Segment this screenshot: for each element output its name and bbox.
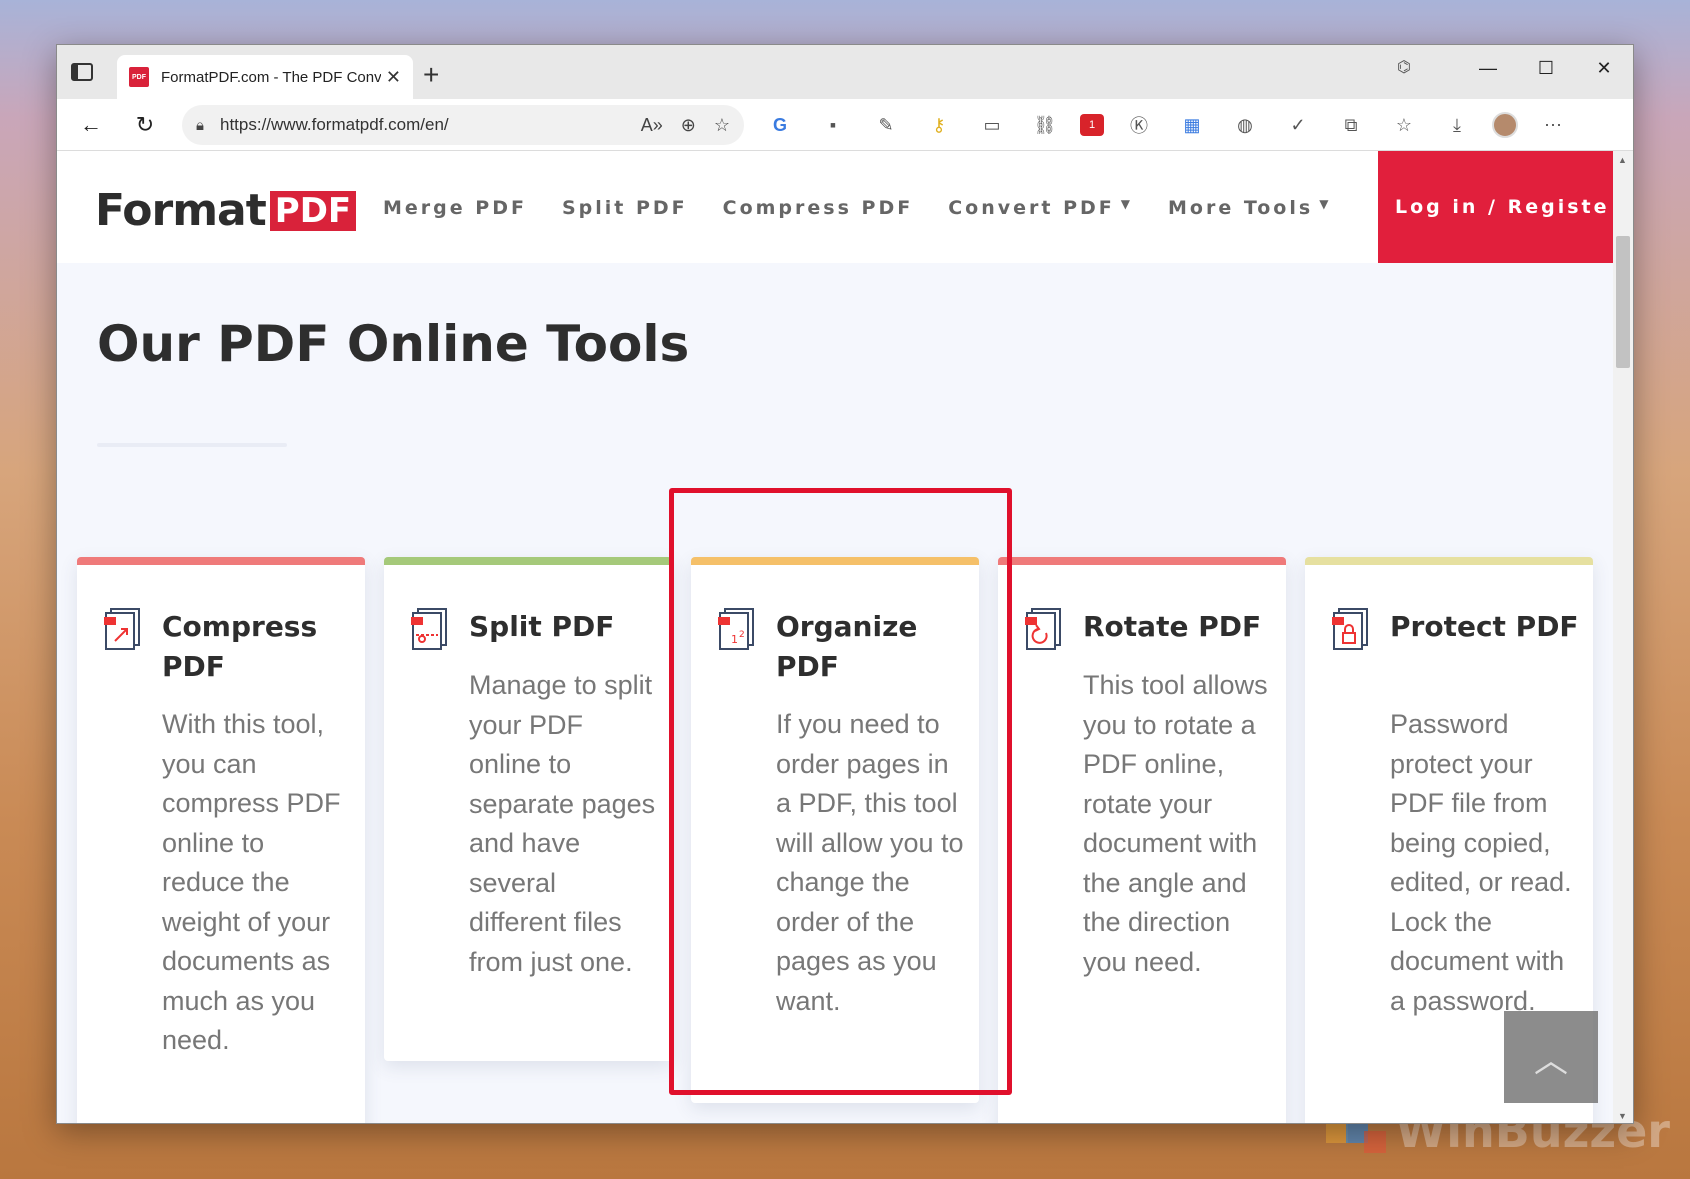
title-underline — [97, 443, 287, 447]
nav-more-label: More Tools — [1167, 197, 1314, 219]
minimize-icon[interactable]: — — [1459, 45, 1517, 91]
highlight-box — [669, 488, 1012, 1095]
site-nav: Merge PDF Split PDF Compress PDF Convert… — [383, 197, 1331, 219]
url-text[interactable]: https://www.formatpdf.com/en/ — [220, 115, 641, 135]
close-window-icon[interactable]: ✕ — [1575, 45, 1633, 91]
link-icon[interactable]: ⛓ — [1027, 109, 1063, 141]
active-tab[interactable]: PDF FormatPDF.com - The PDF Conve ✕ — [117, 55, 413, 99]
pdf-favicon-icon: PDF — [129, 67, 149, 87]
scroll-thumb[interactable] — [1616, 236, 1630, 368]
tab-icon[interactable]: ▭ — [974, 109, 1010, 141]
back-icon[interactable]: ← — [71, 105, 111, 145]
rotate-pdf-icon — [1025, 608, 1061, 650]
nav-split-pdf[interactable]: Split PDF — [562, 197, 688, 219]
lock-icon[interactable]: 🔒︎ — [196, 117, 204, 134]
avatar[interactable] — [1492, 112, 1518, 138]
maximize-icon[interactable]: ☐ — [1517, 45, 1575, 91]
tool-card-rotate[interactable]: Rotate PDF This tool allows you to rotat… — [998, 557, 1286, 1123]
tab-bar: PDF FormatPDF.com - The PDF Conve ✕ + ⌬ … — [57, 45, 1633, 99]
nav-convert-pdf[interactable]: Convert PDF ▼ — [948, 197, 1133, 219]
keys-icon[interactable]: ⚷ — [921, 109, 957, 141]
read-aloud-icon[interactable]: A» — [641, 115, 663, 136]
new-tab-icon[interactable]: + — [423, 59, 439, 91]
address-bar[interactable]: 🔒︎ https://www.formatpdf.com/en/ A» ⊕ ☆ — [182, 105, 744, 145]
page-scrollbar[interactable]: ▲ ▼ — [1613, 151, 1633, 1123]
split-pdf-icon — [411, 608, 447, 650]
spellcheck-icon[interactable]: ✓ — [1280, 109, 1316, 141]
caret-down-icon: ▼ — [1319, 197, 1332, 211]
card-description: This tool allows you to rotate a PDF onl… — [1083, 670, 1268, 977]
k-extension-icon[interactable]: Ⓚ — [1121, 109, 1157, 141]
nav-compress-pdf[interactable]: Compress PDF — [723, 197, 914, 219]
tab-title: FormatPDF.com - The PDF Conve — [161, 68, 381, 86]
card-description: Password protect your PDF file from bein… — [1390, 709, 1572, 1016]
tool-card-split[interactable]: Split PDF Manage to split your PDF onlin… — [384, 557, 672, 1061]
compress-pdf-icon — [104, 608, 140, 650]
pen-icon[interactable]: ✎ — [868, 109, 904, 141]
favorite-add-icon[interactable]: ☆ — [714, 115, 730, 136]
caret-down-icon: ▼ — [1120, 197, 1133, 211]
translate-icon[interactable]: G — [762, 109, 798, 141]
browser-toolbar: ← ↻ 🔒︎ https://www.formatpdf.com/en/ A» … — [57, 99, 1633, 151]
chevron-up-icon: ︿ — [1534, 1041, 1568, 1080]
protect-pdf-icon — [1332, 608, 1368, 650]
card-title: Rotate PDF — [1083, 610, 1262, 643]
scroll-down-icon[interactable]: ▼ — [1618, 1111, 1627, 1121]
close-tab-icon[interactable]: ✕ — [386, 67, 401, 88]
favorites-icon[interactable]: ☆ — [1386, 109, 1422, 141]
login-register-button[interactable]: Log in / Registe — [1378, 151, 1615, 263]
more-icon[interactable]: ⋯ — [1535, 109, 1571, 141]
card-description: With this tool, you can compress PDF onl… — [162, 709, 341, 1055]
card-title: Split PDF — [469, 610, 615, 643]
scroll-up-icon[interactable]: ▲ — [1618, 155, 1627, 165]
back-to-top-button[interactable]: ︿ — [1504, 1011, 1598, 1103]
grid-extension-icon[interactable]: ▦ — [1174, 109, 1210, 141]
extensions-bar: G ▪ ✎ ⚷ ▭ ⛓ 1 Ⓚ ▦ ◍ ✓ ⧉ ☆ ⤓ ⋯ — [762, 109, 1571, 141]
page-title: Our PDF Online Tools — [97, 315, 690, 373]
logo-text: Format — [95, 185, 267, 236]
tool-card-compress[interactable]: Compress PDF With this tool, you can com… — [77, 557, 365, 1123]
puzzle-icon[interactable]: ⧉ — [1333, 109, 1369, 141]
download-icon[interactable]: ⤓ — [1439, 109, 1475, 141]
nav-more-tools[interactable]: More Tools ▼ — [1168, 197, 1331, 219]
nav-convert-label: Convert PDF — [948, 197, 1115, 219]
window-controls: — ☐ ✕ — [1459, 45, 1633, 91]
extension-icon[interactable]: ▪ — [815, 109, 851, 141]
card-description: Manage to split your PDF online to separ… — [469, 670, 656, 977]
site-header: Format PDF Merge PDF Split PDF Compress … — [57, 151, 1615, 263]
badge-extension-icon[interactable]: 1 — [1080, 114, 1104, 136]
workspace-icon[interactable]: ⌬ — [1397, 57, 1411, 77]
zoom-icon[interactable]: ⊕ — [681, 115, 696, 136]
site-logo[interactable]: Format PDF — [95, 185, 357, 236]
card-title: Compress PDF — [162, 610, 318, 683]
card-title: Protect PDF — [1390, 610, 1579, 643]
globe-extension-icon[interactable]: ◍ — [1227, 109, 1263, 141]
nav-merge-pdf[interactable]: Merge PDF — [383, 197, 527, 219]
tab-actions-icon[interactable] — [71, 63, 93, 81]
refresh-icon[interactable]: ↻ — [125, 105, 165, 145]
logo-pdf-badge: PDF — [269, 190, 357, 231]
